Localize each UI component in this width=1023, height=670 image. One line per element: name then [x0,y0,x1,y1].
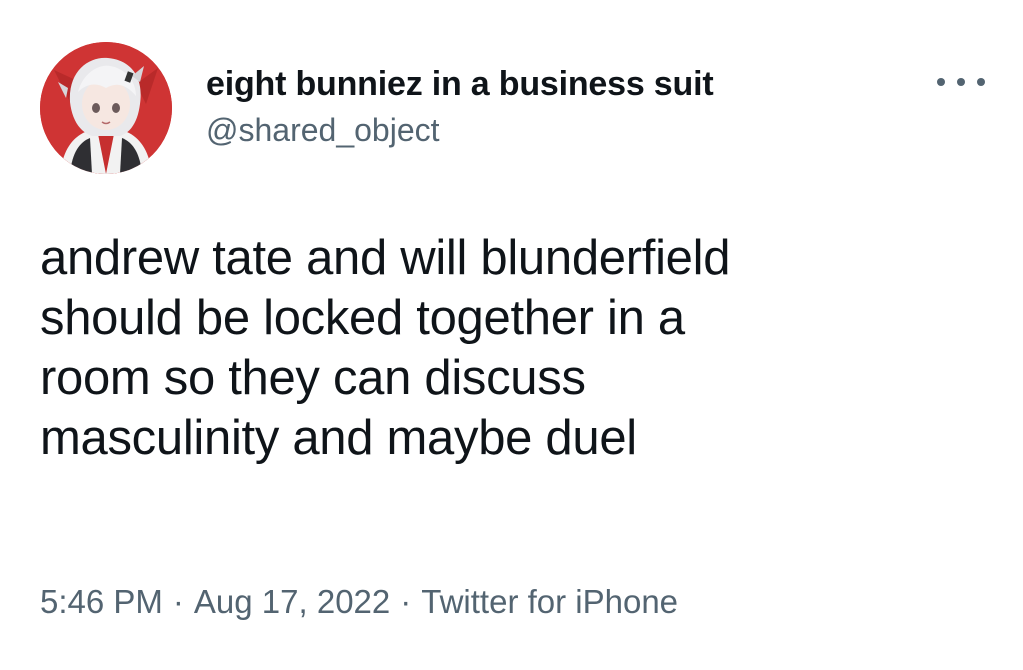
tweet-metadata: 5:46 PM · Aug 17, 2022 · Twitter for iPhone [40,580,678,624]
avatar[interactable] [40,42,172,174]
more-horizontal-icon [937,78,945,86]
meta-separator: · [400,583,412,620]
more-options-button[interactable] [937,70,985,94]
user-info: eight bunniez in a business suit @shared… [206,64,714,150]
tweet-text: andrew tate and will blunderfield should… [40,231,731,465]
tweet-time[interactable]: 5:46 PM [40,583,163,620]
tweet-header: eight bunniez in a business suit @shared… [40,42,985,182]
author-handle[interactable]: @shared_object [206,110,713,150]
tweet-source[interactable]: Twitter for iPhone [421,583,678,620]
meta-separator: · [172,583,184,620]
more-horizontal-icon [977,78,985,86]
tweet-card: eight bunniez in a business suit @shared… [0,0,1023,670]
author-display-name[interactable]: eight bunniez in a business suit [206,64,714,104]
more-horizontal-icon [957,78,965,86]
anime-avatar-icon [40,42,172,174]
tweet-date[interactable]: Aug 17, 2022 [194,583,390,620]
